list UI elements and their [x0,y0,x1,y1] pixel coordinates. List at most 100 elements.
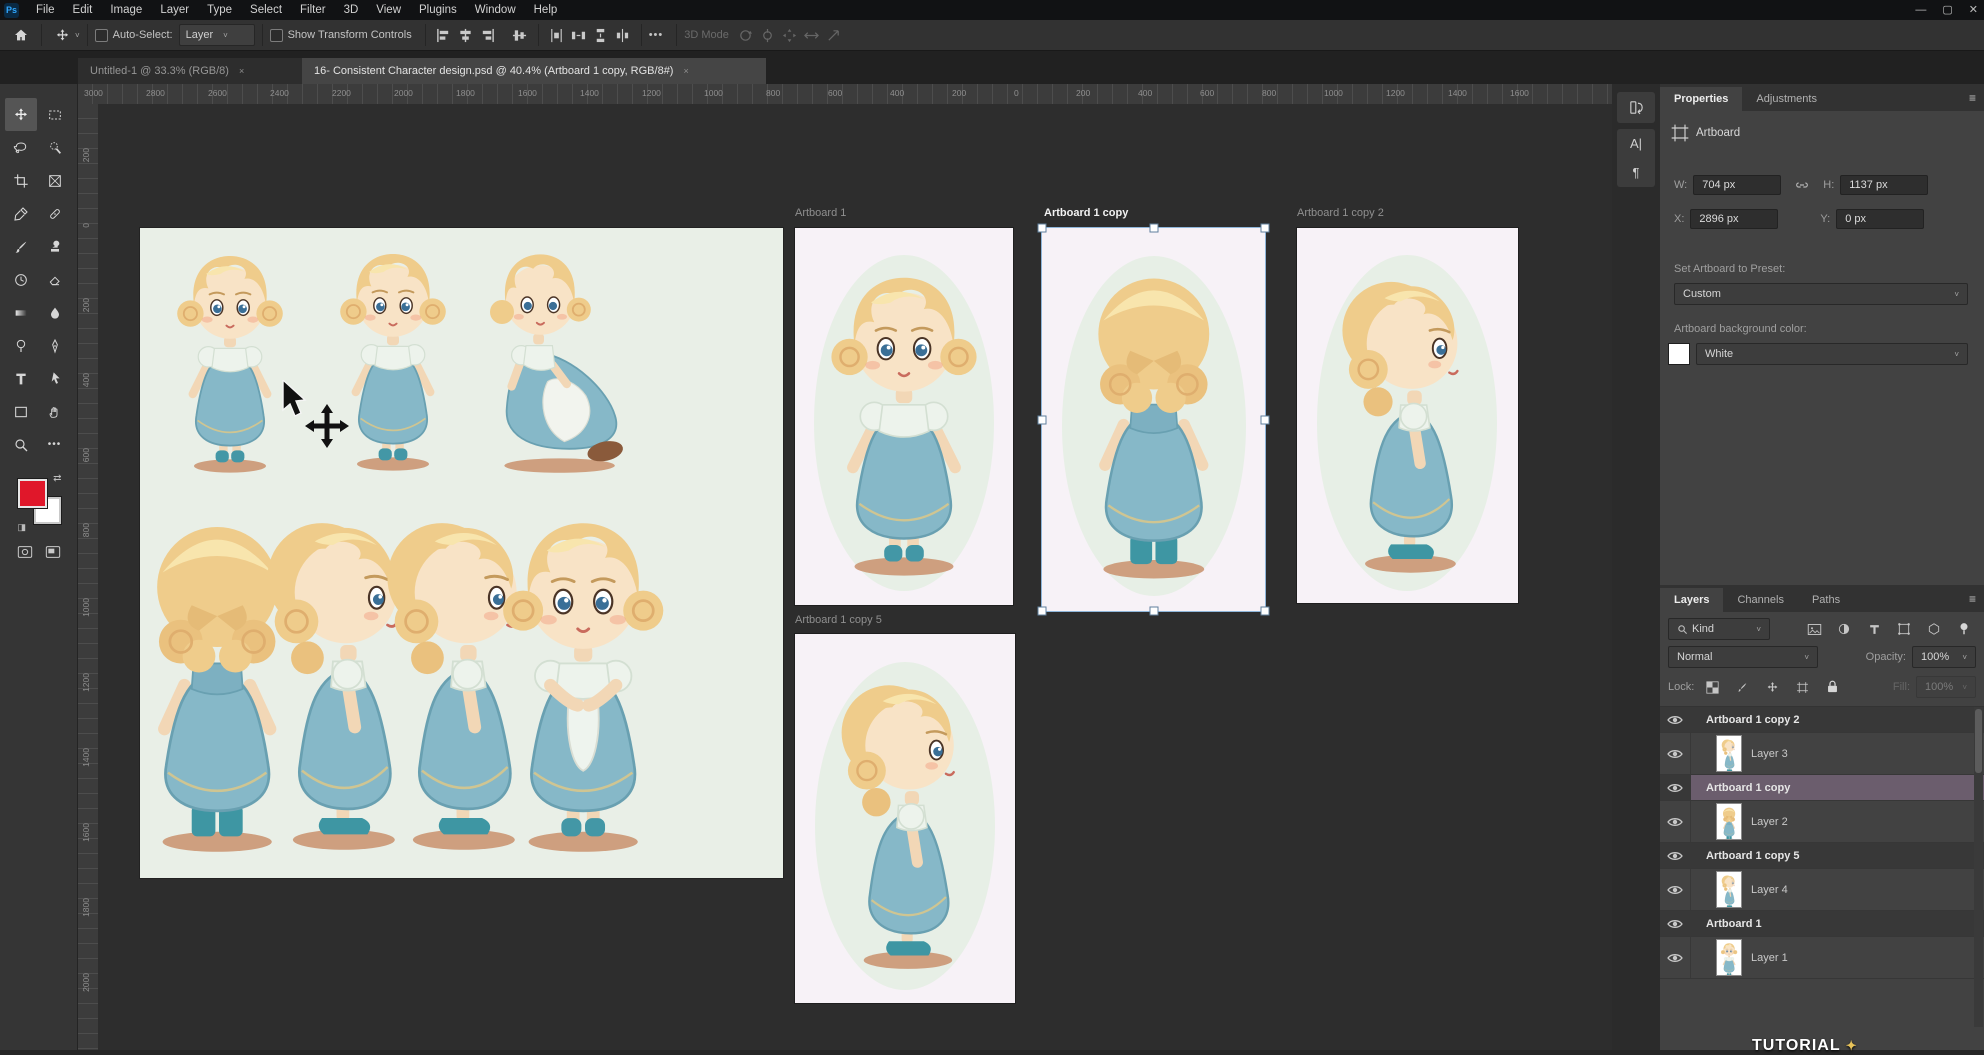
quick-selection-tool[interactable] [39,131,71,164]
artboard-label-1-copy[interactable]: Artboard 1 copy [1044,207,1128,219]
y-field[interactable]: 0 px [1836,209,1924,229]
edit-toolbar-button[interactable]: ••• [39,428,71,461]
distribute-vertical-button[interactable] [590,24,612,46]
crop-tool[interactable] [5,164,37,197]
type-tool[interactable] [5,362,37,395]
artboard-label-1[interactable]: Artboard 1 [795,207,846,219]
menu-view[interactable]: View [367,0,410,20]
filter-toggle-icon[interactable] [1952,619,1976,639]
tool-preset-caret-icon[interactable]: ˅ [75,31,80,40]
layer-row[interactable]: Layer 1 [1660,937,1984,979]
clone-stamp-tool[interactable] [39,230,71,263]
lock-position-icon[interactable] [1760,677,1784,697]
layer-thumbnail[interactable] [1717,872,1741,907]
document-tab-character-design[interactable]: 16- Consistent Character design.psd @ 40… [302,58,766,84]
distribute-horizontal-button[interactable] [568,24,590,46]
align-right-edges-button[interactable] [477,24,499,46]
visibility-toggle[interactable] [1660,733,1691,774]
menu-plugins[interactable]: Plugins [410,0,466,20]
foreground-color-swatch[interactable] [18,479,47,508]
artboard-bg-dropdown[interactable]: White˅ [1696,343,1968,365]
auto-select-dropdown[interactable]: Layer˅ [179,24,255,46]
layer-row[interactable]: Layer 4 [1660,869,1984,911]
filter-shape-layers-icon[interactable] [1892,619,1916,639]
zoom-tool[interactable] [5,428,37,461]
menu-filter[interactable]: Filter [291,0,335,20]
lock-transparent-pixels-icon[interactable] [1700,677,1724,697]
menu-image[interactable]: Image [101,0,151,20]
tab-close-icon[interactable]: × [239,66,244,76]
artboard-1[interactable] [795,228,1013,605]
lock-artboard-icon[interactable] [1790,677,1814,697]
menu-help[interactable]: Help [525,0,567,20]
auto-select-checkbox[interactable] [95,29,108,42]
layer-group-row[interactable]: Artboard 1 copy 2 [1660,707,1984,733]
gradient-tool[interactable] [5,296,37,329]
tab-paths[interactable]: Paths [1798,588,1854,612]
tab-channels[interactable]: Channels [1723,588,1797,612]
eraser-tool[interactable] [39,263,71,296]
menu-type[interactable]: Type [198,0,241,20]
layer-row[interactable]: Layer 3 [1660,733,1984,775]
move-tool[interactable] [5,98,37,131]
filter-type-layers-icon[interactable] [1862,619,1886,639]
x-field[interactable]: 2896 px [1690,209,1778,229]
character-reference-sheet[interactable] [140,228,783,878]
layer-group-row[interactable]: Artboard 1 copy 5 [1660,843,1984,869]
blend-mode-dropdown[interactable]: Normal˅ [1668,646,1818,668]
screen-mode-button[interactable] [45,545,61,559]
default-colors-icon[interactable]: ◨ [18,522,27,533]
menu-3d[interactable]: 3D [335,0,368,20]
tab-properties[interactable]: Properties [1660,87,1742,111]
panel-menu-icon[interactable]: ≡ [1969,91,1976,105]
artboard-1-copy[interactable] [1042,228,1265,611]
visibility-toggle[interactable] [1660,911,1691,936]
lock-all-icon[interactable] [1820,677,1844,697]
distribute-spacing-button[interactable] [612,24,634,46]
horizontal-ruler[interactable]: 3000280026002400220020001800160014001200… [78,84,1612,105]
eyedropper-tool[interactable] [5,197,37,230]
align-more-button[interactable]: ••• [649,29,664,41]
close-button[interactable]: ✕ [1969,0,1978,20]
vertical-ruler[interactable]: 2000200400600800100012001400160018002000 [78,104,99,1050]
distribute-left-button[interactable] [546,24,568,46]
blur-tool[interactable] [39,296,71,329]
menu-layer[interactable]: Layer [151,0,198,20]
visibility-toggle[interactable] [1660,843,1691,868]
menu-window[interactable]: Window [466,0,525,20]
tab-layers[interactable]: Layers [1660,588,1723,612]
menu-file[interactable]: File [27,0,64,20]
height-field[interactable]: 1137 px [1840,175,1928,195]
transform-handle[interactable] [1038,415,1047,424]
preset-dropdown[interactable]: Custom˅ [1674,283,1968,305]
visibility-toggle[interactable] [1660,707,1691,732]
history-panel-icon[interactable] [1628,99,1645,116]
link-dimensions-icon[interactable] [1793,177,1811,193]
history-brush-tool[interactable] [5,263,37,296]
character-panel-icon[interactable]: A| [1630,136,1642,151]
maximize-button[interactable]: ▢ [1942,0,1952,20]
document-tab-untitled[interactable]: Untitled-1 @ 33.3% (RGB/8)× [78,58,302,84]
minimize-button[interactable]: — [1915,0,1926,20]
transform-handle[interactable] [1149,224,1158,233]
home-button[interactable] [8,23,34,47]
align-left-edges-button[interactable] [433,24,455,46]
paragraph-panel-icon[interactable]: ¶ [1633,165,1640,180]
visibility-toggle[interactable] [1660,801,1691,842]
healing-brush-tool[interactable] [39,197,71,230]
frame-tool[interactable] [39,164,71,197]
show-transform-checkbox[interactable] [270,29,283,42]
transform-handle[interactable] [1038,607,1047,616]
layer-thumbnail[interactable] [1717,940,1741,975]
artboard-label-1-copy-2[interactable]: Artboard 1 copy 2 [1297,207,1384,219]
layer-thumbnail[interactable] [1717,736,1741,771]
tab-close-icon[interactable]: × [683,66,688,76]
layer-thumbnail[interactable] [1717,804,1741,839]
filter-pixel-layers-icon[interactable] [1802,619,1826,639]
panel-menu-icon[interactable]: ≡ [1969,592,1976,606]
artboard-1-copy-2[interactable] [1297,228,1518,603]
canvas-area[interactable]: Artboard 1 Artboard 1 copy Artboard 1 co… [98,104,1612,1050]
quick-mask-button[interactable] [17,545,33,559]
visibility-toggle[interactable] [1660,869,1691,910]
rectangle-tool[interactable] [5,395,37,428]
